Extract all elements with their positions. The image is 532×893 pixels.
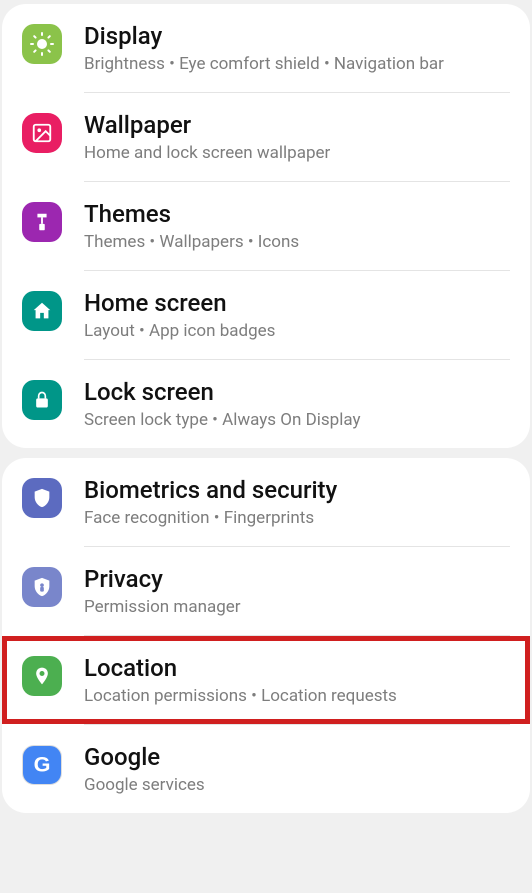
item-content: Wallpaper Home and lock screen wallpaper	[84, 111, 510, 163]
lock-icon	[22, 380, 62, 420]
item-subtitle: Themes • Wallpapers • Icons	[84, 232, 510, 252]
settings-item-themes[interactable]: Themes Themes • Wallpapers • Icons	[2, 182, 530, 270]
item-subtitle: Face recognition • Fingerprints	[84, 508, 510, 528]
settings-item-location[interactable]: Location Location permissions • Location…	[2, 636, 530, 724]
item-title: Display	[84, 22, 510, 50]
shield-icon	[22, 478, 62, 518]
item-subtitle: Location permissions • Location requests	[84, 686, 510, 706]
item-subtitle: Permission manager	[84, 597, 510, 617]
item-subtitle: Google services	[84, 775, 510, 795]
settings-item-google[interactable]: G Google Google services	[2, 725, 530, 813]
item-subtitle: Home and lock screen wallpaper	[84, 143, 510, 163]
settings-item-display[interactable]: Display Brightness • Eye comfort shield …	[2, 4, 530, 92]
settings-section-display: Display Brightness • Eye comfort shield …	[2, 4, 530, 448]
item-title: Biometrics and security	[84, 476, 510, 504]
settings-item-privacy[interactable]: Privacy Permission manager	[2, 547, 530, 635]
settings-item-biometrics[interactable]: Biometrics and security Face recognition…	[2, 458, 530, 546]
item-content: Google Google services	[84, 743, 510, 795]
item-content: Biometrics and security Face recognition…	[84, 476, 510, 528]
settings-item-lock-screen[interactable]: Lock screen Screen lock type • Always On…	[2, 360, 530, 448]
item-title: Lock screen	[84, 378, 510, 406]
item-title: Location	[84, 654, 510, 682]
item-content: Themes Themes • Wallpapers • Icons	[84, 200, 510, 252]
item-title: Home screen	[84, 289, 510, 317]
settings-item-wallpaper[interactable]: Wallpaper Home and lock screen wallpaper	[2, 93, 530, 181]
item-title: Themes	[84, 200, 510, 228]
google-icon: G	[22, 745, 62, 785]
item-title: Privacy	[84, 565, 510, 593]
item-subtitle: Screen lock type • Always On Display	[84, 410, 510, 430]
item-content: Display Brightness • Eye comfort shield …	[84, 22, 510, 74]
settings-item-home-screen[interactable]: Home screen Layout • App icon badges	[2, 271, 530, 359]
item-subtitle: Brightness • Eye comfort shield • Naviga…	[84, 54, 510, 74]
home-icon	[22, 291, 62, 331]
item-subtitle: Layout • App icon badges	[84, 321, 510, 341]
privacy-shield-icon	[22, 567, 62, 607]
item-content: Location Location permissions • Location…	[84, 654, 510, 706]
location-pin-icon	[22, 656, 62, 696]
item-title: Google	[84, 743, 510, 771]
sun-icon	[22, 24, 62, 64]
item-content: Privacy Permission manager	[84, 565, 510, 617]
paint-icon	[22, 202, 62, 242]
item-content: Lock screen Screen lock type • Always On…	[84, 378, 510, 430]
item-content: Home screen Layout • App icon badges	[84, 289, 510, 341]
settings-section-security: Biometrics and security Face recognition…	[2, 458, 530, 813]
item-title: Wallpaper	[84, 111, 510, 139]
image-icon	[22, 113, 62, 153]
svg-text:G: G	[34, 752, 51, 777]
